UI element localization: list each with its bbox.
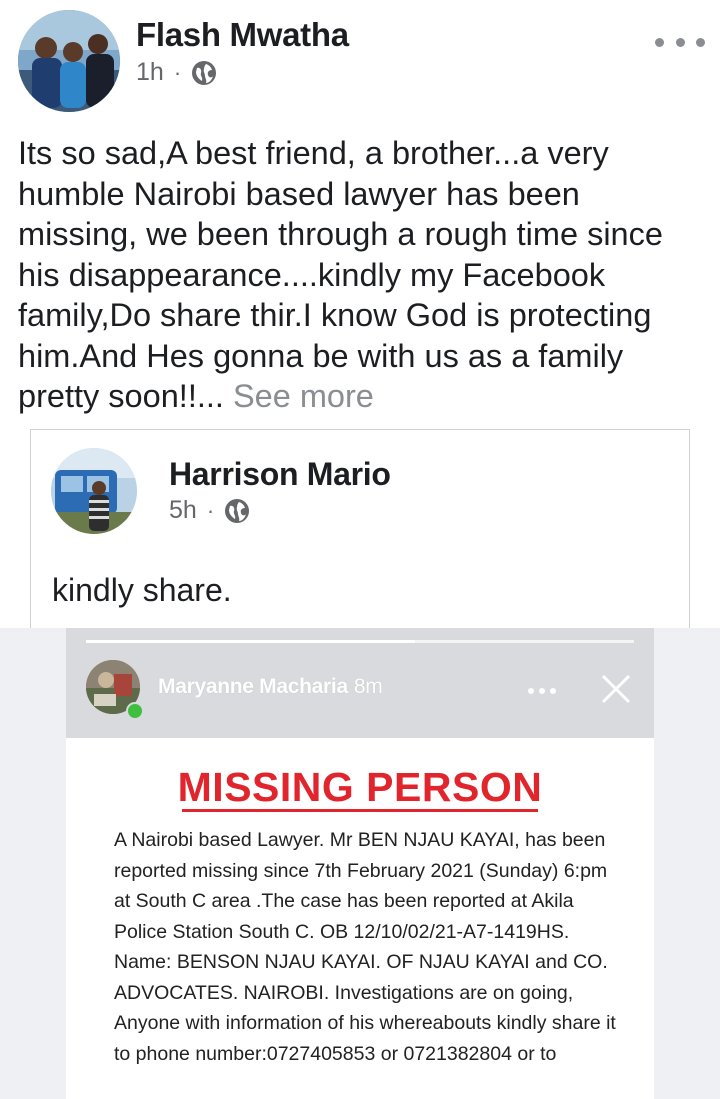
story-header: Maryanne Macharia 8m xyxy=(66,628,654,738)
story-user-name: Maryanne Macharia xyxy=(158,675,348,698)
post-meta: 1h · xyxy=(136,58,217,87)
globe-icon[interactable] xyxy=(224,498,250,524)
story-screenshot: Maryanne Macharia 8m MISSING PERSON A Nai… xyxy=(66,628,654,1099)
post-header: Flash Mwatha 1h · xyxy=(0,0,720,120)
post-text: Its so sad,A best friend, a brother...a … xyxy=(18,133,708,417)
story-username[interactable]: Maryanne Macharia 8m xyxy=(158,675,383,699)
post-image[interactable]: Maryanne Macharia 8m MISSING PERSON A Nai… xyxy=(0,628,720,1099)
more-horizontal-icon xyxy=(655,37,664,47)
shared-post-text: kindly share. xyxy=(52,572,232,608)
author-name[interactable]: Flash Mwatha xyxy=(136,16,349,54)
shared-post-meta: 5h · xyxy=(169,496,250,525)
close-icon[interactable] xyxy=(599,672,633,706)
author-avatar[interactable] xyxy=(18,10,120,112)
shared-post-card[interactable]: Harrison Mario 5h · kindly share. xyxy=(30,429,690,630)
story-progress-fill xyxy=(86,640,415,643)
online-status-indicator xyxy=(126,702,144,720)
see-more-link[interactable]: See more xyxy=(233,378,374,414)
shared-author-avatar[interactable] xyxy=(51,448,137,534)
shared-post-time[interactable]: 5h xyxy=(169,496,197,525)
post-body: Its so sad,A best friend, a brother...a … xyxy=(18,135,663,414)
story-time: 8m xyxy=(353,675,383,698)
story-progress-bar xyxy=(86,640,634,643)
flyer-title-underline xyxy=(182,809,538,812)
shared-author-name[interactable]: Harrison Mario xyxy=(169,456,391,493)
post-time[interactable]: 1h xyxy=(136,58,164,87)
meta-separator: · xyxy=(206,497,215,523)
more-horizontal-icon xyxy=(528,688,534,694)
flyer-title: MISSING PERSON xyxy=(177,764,543,810)
flyer-body: A Nairobi based Lawyer. Mr BEN NJAU KAYA… xyxy=(114,829,616,1065)
globe-icon[interactable] xyxy=(191,60,217,86)
more-options-button[interactable] xyxy=(655,30,705,54)
meta-separator: · xyxy=(173,59,182,85)
story-more-button[interactable] xyxy=(528,688,556,694)
